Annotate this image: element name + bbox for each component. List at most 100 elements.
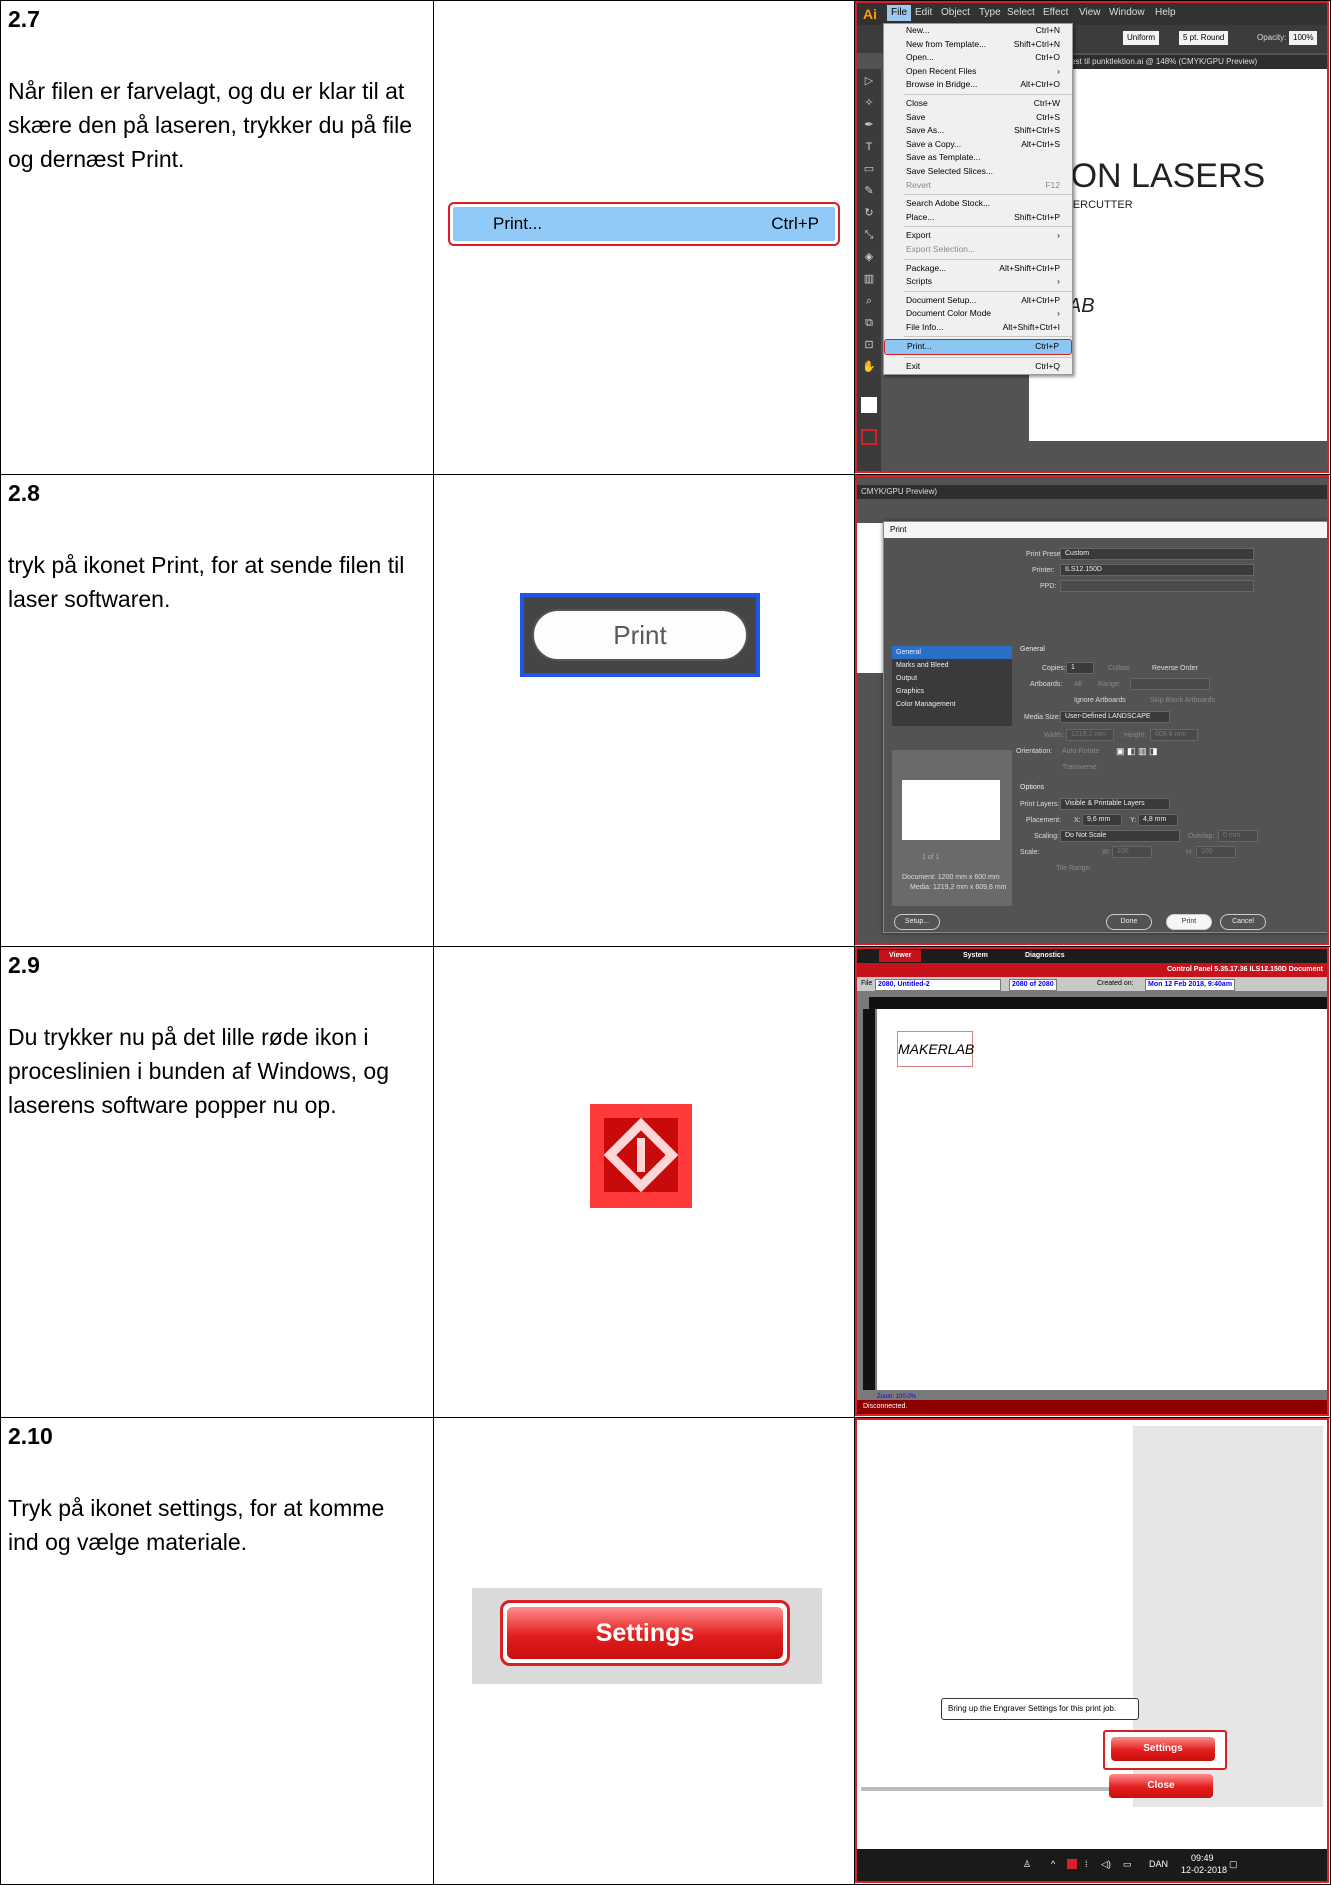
- stroke-profile[interactable]: Uniform: [1123, 31, 1160, 45]
- menu-help[interactable]: Help: [1155, 7, 1176, 18]
- menu-item[interactable]: Save a Copy... Alt+Ctrl+S: [884, 138, 1072, 152]
- network-icon[interactable]: ⁞: [1085, 1859, 1088, 1869]
- clock-date[interactable]: 12-02-2018: [1181, 1865, 1227, 1875]
- tab-system[interactable]: System: [953, 950, 998, 962]
- sidebar-item-color[interactable]: Color Management: [892, 698, 1012, 711]
- menu-item[interactable]: Browse in Bridge... Alt+Ctrl+O: [884, 78, 1072, 92]
- print-layers-select[interactable]: Visible & Printable Layers: [1060, 798, 1170, 810]
- close-button[interactable]: Close: [1109, 1774, 1213, 1798]
- opacity-value[interactable]: 100%: [1289, 31, 1318, 45]
- menu-item[interactable]: Close Ctrl+W: [884, 97, 1072, 111]
- brush-select[interactable]: 5 pt. Round: [1179, 31, 1229, 45]
- artboard-tool-icon[interactable]: ⊡: [861, 337, 877, 353]
- laser-tray-icon[interactable]: [1067, 1859, 1077, 1869]
- y-input[interactable]: 4,8 mm: [1138, 814, 1178, 826]
- ppd-select[interactable]: [1060, 580, 1254, 592]
- done-button[interactable]: Done: [1106, 914, 1152, 930]
- height-input[interactable]: 609,6 mm: [1150, 729, 1198, 741]
- hand-tool-icon[interactable]: ✋: [861, 359, 877, 375]
- job-text[interactable]: MAKERLAB: [897, 1031, 974, 1067]
- tab-diagnostics[interactable]: Diagnostics: [1015, 950, 1075, 962]
- menu-window[interactable]: Window: [1109, 7, 1145, 18]
- stroke-swatch-icon[interactable]: [861, 429, 877, 445]
- clock-time[interactable]: 09:49: [1191, 1853, 1214, 1863]
- menu-item[interactable]: Save As... Shift+Ctrl+S: [884, 124, 1072, 138]
- x-input[interactable]: 9,6 mm: [1082, 814, 1122, 826]
- collate-checkbox[interactable]: Collate: [1108, 665, 1130, 672]
- transverse-checkbox[interactable]: Transverse: [1062, 764, 1097, 771]
- chevron-up-icon[interactable]: ^: [1051, 1859, 1055, 1869]
- sidebar-item-general[interactable]: General: [892, 646, 1012, 659]
- eyedropper-icon[interactable]: ⌕: [861, 293, 877, 309]
- orientation-icons[interactable]: ▣ ◧ ▥ ◨: [1116, 746, 1158, 757]
- graph-tool-icon[interactable]: ▥: [861, 271, 877, 287]
- fill-swatch-icon[interactable]: [861, 397, 877, 413]
- ignore-artboards-checkbox[interactable]: Ignore Artboards: [1074, 697, 1126, 704]
- shape-builder-icon[interactable]: ◈: [861, 249, 877, 265]
- file-counter[interactable]: 2080 of 2080: [1009, 979, 1057, 991]
- menu-item[interactable]: New from Template... Shift+Ctrl+N: [884, 38, 1072, 52]
- menu-item[interactable]: Scripts ›: [884, 275, 1072, 289]
- selection-tool-icon[interactable]: ▷: [861, 73, 877, 89]
- all-radio[interactable]: All: [1074, 681, 1082, 688]
- menu-item[interactable]: Export ›: [884, 229, 1072, 243]
- printer-select[interactable]: ILS12.150D: [1060, 564, 1254, 576]
- sidebar-item-output[interactable]: Output: [892, 672, 1012, 685]
- tile-range-checkbox[interactable]: Tile Range:: [1056, 865, 1092, 872]
- scale-h-input[interactable]: 100: [1196, 846, 1236, 858]
- media-size-select[interactable]: User-Defined LANDSCAPE: [1060, 711, 1170, 723]
- menu-item[interactable]: Search Adobe Stock...: [884, 197, 1072, 211]
- scale-tool-icon[interactable]: ⤡: [861, 227, 877, 243]
- sidebar-item-graphics[interactable]: Graphics: [892, 685, 1012, 698]
- menu-item[interactable]: Save as Template...: [884, 151, 1072, 165]
- menu-item[interactable]: Document Color Mode ›: [884, 307, 1072, 321]
- document-tab[interactable]: CMYK/GPU Preview): [857, 485, 1327, 499]
- menu-item[interactable]: File Info... Alt+Shift+Ctrl+I: [884, 321, 1072, 335]
- print-button[interactable]: Print: [1166, 914, 1212, 930]
- scale-w-input[interactable]: 100: [1112, 846, 1152, 858]
- menu-item[interactable]: Exit Ctrl+Q: [884, 360, 1072, 374]
- skip-blank-checkbox[interactable]: Skip Blank Artboards: [1150, 697, 1215, 704]
- range-radio[interactable]: Range:: [1098, 681, 1121, 688]
- menu-item[interactable]: New... Ctrl+N: [884, 24, 1072, 38]
- copies-input[interactable]: 1: [1066, 662, 1094, 674]
- scaling-select[interactable]: Do Not Scale: [1060, 830, 1180, 842]
- overlap-input[interactable]: 0 mm: [1218, 830, 1258, 842]
- pen-tool-icon[interactable]: ✒: [861, 117, 877, 133]
- notification-icon[interactable]: ▢: [1229, 1859, 1238, 1870]
- menu-select[interactable]: Select: [1007, 7, 1035, 18]
- people-icon[interactable]: ♙: [1023, 1859, 1031, 1870]
- document-tab[interactable]: test til punktlektion.ai @ 148% (CMYK/GP…: [1057, 55, 1327, 69]
- keyboard-icon[interactable]: ▭: [1123, 1859, 1132, 1870]
- type-tool-icon[interactable]: T: [861, 139, 877, 155]
- auto-rotate-checkbox[interactable]: Auto-Rotate: [1062, 748, 1099, 755]
- menu-item[interactable]: Save Selected Slices...: [884, 165, 1072, 179]
- settings-button[interactable]: Settings: [1111, 1737, 1215, 1761]
- menu-item[interactable]: Package... Alt+Shift+Ctrl+P: [884, 262, 1072, 276]
- menu-item[interactable]: Export Selection...: [884, 243, 1072, 257]
- magic-wand-icon[interactable]: ✧: [861, 95, 877, 111]
- rotate-tool-icon[interactable]: ↻: [861, 205, 877, 221]
- volume-icon[interactable]: ◁): [1101, 1859, 1111, 1870]
- page-navigator[interactable]: 1 of 1: [922, 854, 940, 861]
- menu-item[interactable]: Revert F12: [884, 179, 1072, 193]
- blend-tool-icon[interactable]: ⧉: [861, 315, 877, 331]
- menu-item[interactable]: Place... Shift+Ctrl+P: [884, 211, 1072, 225]
- menu-item-print[interactable]: Print... Ctrl+P: [884, 339, 1072, 356]
- file-select[interactable]: 2080, Untitled-2: [875, 979, 1001, 991]
- language-indicator[interactable]: DAN: [1149, 1859, 1168, 1869]
- menu-item[interactable]: Save Ctrl+S: [884, 111, 1072, 125]
- menu-item[interactable]: Open... Ctrl+O: [884, 51, 1072, 65]
- menu-effect[interactable]: Effect: [1043, 7, 1068, 18]
- setup-button[interactable]: Setup...: [894, 914, 940, 930]
- menu-edit[interactable]: Edit: [915, 7, 932, 18]
- menu-item[interactable]: Open Recent Files ›: [884, 65, 1072, 79]
- pencil-tool-icon[interactable]: ✎: [861, 183, 877, 199]
- menu-item[interactable]: Document Setup... Alt+Ctrl+P: [884, 294, 1072, 308]
- menu-type[interactable]: Type: [979, 7, 1001, 18]
- menu-file[interactable]: File: [887, 5, 912, 21]
- menu-object[interactable]: Object: [941, 7, 970, 18]
- cancel-button[interactable]: Cancel: [1220, 914, 1266, 930]
- tab-viewer[interactable]: Viewer: [879, 950, 922, 962]
- preset-select[interactable]: Custom: [1060, 548, 1254, 560]
